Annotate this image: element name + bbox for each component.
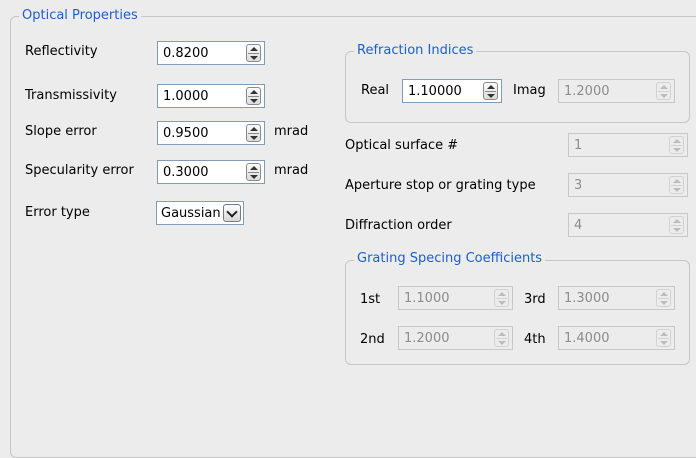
reflectivity-label: Reflectivity: [25, 44, 98, 59]
spin-up-down-icon[interactable]: [656, 82, 671, 100]
real-spinbox[interactable]: 1.10000: [402, 79, 502, 103]
slope-error-spinbox[interactable]: 0.9500: [157, 121, 265, 145]
grating-2nd-value: 1.2000: [404, 331, 450, 346]
optical-properties-title: Optical Properties: [19, 8, 141, 23]
spin-up-down-icon[interactable]: [656, 289, 671, 307]
spin-up-down-icon[interactable]: [669, 216, 684, 234]
chevron-down-icon[interactable]: [223, 204, 241, 222]
aperture-stop-spinbox[interactable]: 3: [568, 173, 688, 197]
transmissivity-label: Transmissivity: [25, 88, 117, 103]
specularity-error-label: Specularity error: [25, 163, 134, 178]
diffraction-order-value: 4: [574, 218, 583, 233]
diffraction-order-label: Diffraction order: [345, 218, 452, 233]
slope-error-value: 0.9500: [163, 126, 209, 141]
error-type-label: Error type: [25, 205, 90, 220]
spin-up-down-icon[interactable]: [246, 124, 261, 142]
slope-error-unit: mrad: [274, 124, 309, 139]
grating-3rd-label: 3rd: [524, 292, 546, 307]
transmissivity-value: 1.0000: [163, 89, 209, 104]
aperture-stop-label: Aperture stop or grating type: [345, 178, 536, 193]
imag-label: Imag: [513, 83, 546, 98]
grating-1st-value: 1.1000: [404, 291, 450, 306]
reflectivity-value: 0.8200: [163, 46, 209, 61]
grating-4th-value: 1.4000: [564, 331, 610, 346]
error-type-select[interactable]: Gaussian: [156, 201, 244, 225]
grating-1st-label: 1st: [360, 292, 381, 307]
specularity-error-spinbox[interactable]: 0.3000: [157, 160, 265, 184]
refraction-indices-title: Refraction Indices: [354, 43, 477, 58]
real-label: Real: [361, 83, 390, 98]
optical-surface-label: Optical surface #: [345, 138, 459, 153]
grating-4th-label: 4th: [524, 332, 546, 347]
imag-spinbox[interactable]: 1.2000: [558, 79, 675, 103]
spin-up-down-icon[interactable]: [494, 329, 509, 347]
spin-up-down-icon[interactable]: [669, 176, 684, 194]
reflectivity-spinbox[interactable]: 0.8200: [157, 41, 265, 65]
spin-up-down-icon[interactable]: [246, 87, 261, 105]
aperture-stop-value: 3: [574, 178, 583, 193]
spin-up-down-icon[interactable]: [246, 163, 261, 181]
optical-surface-spinbox[interactable]: 1: [568, 133, 688, 157]
grating-2nd-label: 2nd: [360, 332, 385, 347]
grating-3rd-value: 1.3000: [564, 291, 610, 306]
error-type-value: Gaussian: [161, 206, 221, 221]
specularity-error-value: 0.3000: [163, 165, 209, 180]
spin-up-down-icon[interactable]: [656, 329, 671, 347]
grating-coefficients-title: Grating Specing Coefficients: [354, 251, 546, 266]
spin-up-down-icon[interactable]: [494, 289, 509, 307]
specularity-error-unit: mrad: [274, 163, 309, 178]
spin-up-down-icon[interactable]: [246, 44, 261, 62]
imag-value: 1.2000: [564, 84, 610, 99]
real-value: 1.10000: [408, 84, 462, 99]
spin-up-down-icon[interactable]: [669, 136, 684, 154]
spin-up-down-icon[interactable]: [483, 82, 498, 100]
grating-3rd-spinbox[interactable]: 1.3000: [558, 286, 675, 310]
diffraction-order-spinbox[interactable]: 4: [568, 213, 688, 237]
grating-4th-spinbox[interactable]: 1.4000: [558, 326, 675, 350]
optical-surface-value: 1: [574, 138, 583, 153]
grating-2nd-spinbox[interactable]: 1.2000: [398, 326, 513, 350]
grating-1st-spinbox[interactable]: 1.1000: [398, 286, 513, 310]
transmissivity-spinbox[interactable]: 1.0000: [157, 84, 265, 108]
slope-error-label: Slope error: [25, 124, 97, 139]
